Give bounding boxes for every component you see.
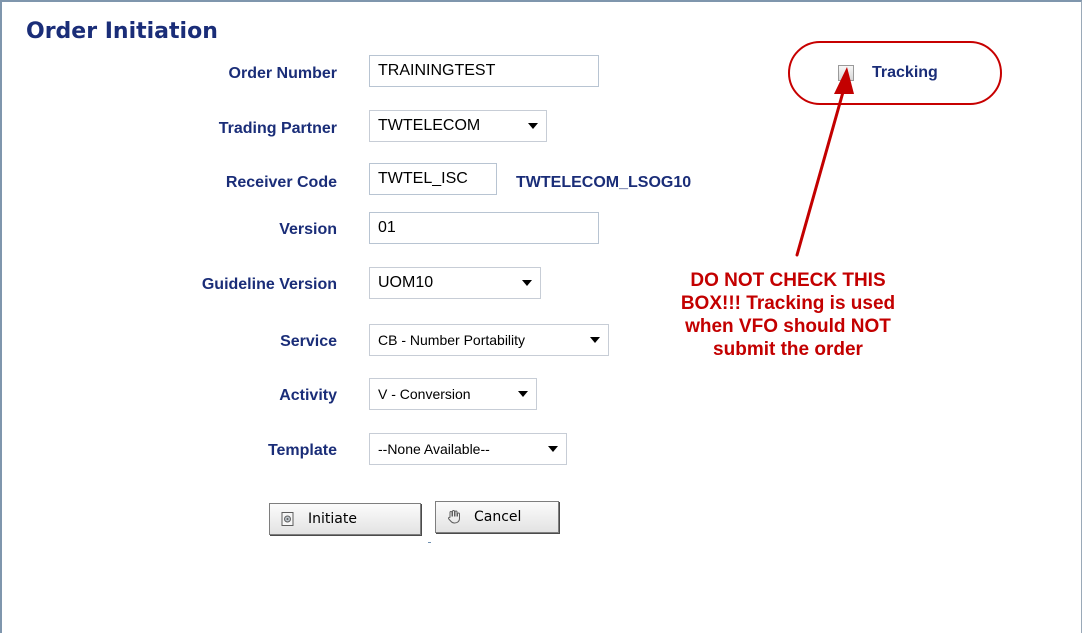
initiate-button-label: Initiate bbox=[308, 511, 357, 527]
version-label: Version bbox=[279, 221, 337, 238]
chevron-down-icon bbox=[522, 280, 532, 286]
version-input[interactable] bbox=[369, 212, 599, 244]
chevron-down-icon bbox=[548, 446, 558, 452]
activity-label: Activity bbox=[279, 387, 337, 404]
template-label: Template bbox=[267, 442, 337, 459]
service-label: Service bbox=[280, 333, 337, 350]
tracking-warning-text: DO NOT CHECK THIS BOX!!! Tracking is use… bbox=[680, 270, 896, 360]
cancel-button[interactable]: Cancel bbox=[435, 501, 559, 533]
hand-icon bbox=[448, 509, 460, 524]
template-value: --None Available-- bbox=[378, 441, 490, 457]
receiver-code-name: TWTELECOM_LSOG10 bbox=[516, 174, 692, 191]
order-initiation-panel: Order Initiation Order Number Trading Pa… bbox=[0, 0, 1082, 633]
receiver-code-label: Receiver Code bbox=[225, 174, 337, 191]
service-select[interactable]: CB - Number Portability bbox=[369, 324, 609, 356]
receiver-code-input[interactable] bbox=[369, 163, 497, 195]
initiate-icon bbox=[281, 512, 294, 526]
service-value: CB - Number Portability bbox=[378, 332, 526, 348]
trading-partner-label: Trading Partner bbox=[218, 120, 337, 137]
chevron-down-icon bbox=[528, 123, 538, 129]
activity-value: V - Conversion bbox=[378, 386, 471, 402]
cancel-button-label: Cancel bbox=[474, 509, 522, 525]
focus-mark bbox=[428, 542, 431, 543]
trading-partner-select[interactable]: TWTELECOM bbox=[369, 110, 547, 142]
warning-arrow bbox=[795, 67, 854, 257]
guideline-version-label: Guideline Version bbox=[201, 276, 337, 293]
activity-select[interactable]: V - Conversion bbox=[369, 378, 537, 410]
chevron-down-icon bbox=[518, 391, 528, 397]
template-select[interactable]: --None Available-- bbox=[369, 433, 567, 465]
guideline-version-value: UOM10 bbox=[378, 274, 434, 291]
order-number-label: Order Number bbox=[228, 65, 337, 82]
page-title: Order Initiation bbox=[26, 19, 218, 44]
order-number-input[interactable] bbox=[369, 55, 599, 87]
chevron-down-icon bbox=[590, 337, 600, 343]
guideline-version-select[interactable]: UOM10 bbox=[369, 267, 541, 299]
trading-partner-value: TWTELECOM bbox=[378, 117, 481, 134]
initiate-button[interactable]: Initiate bbox=[269, 503, 421, 535]
